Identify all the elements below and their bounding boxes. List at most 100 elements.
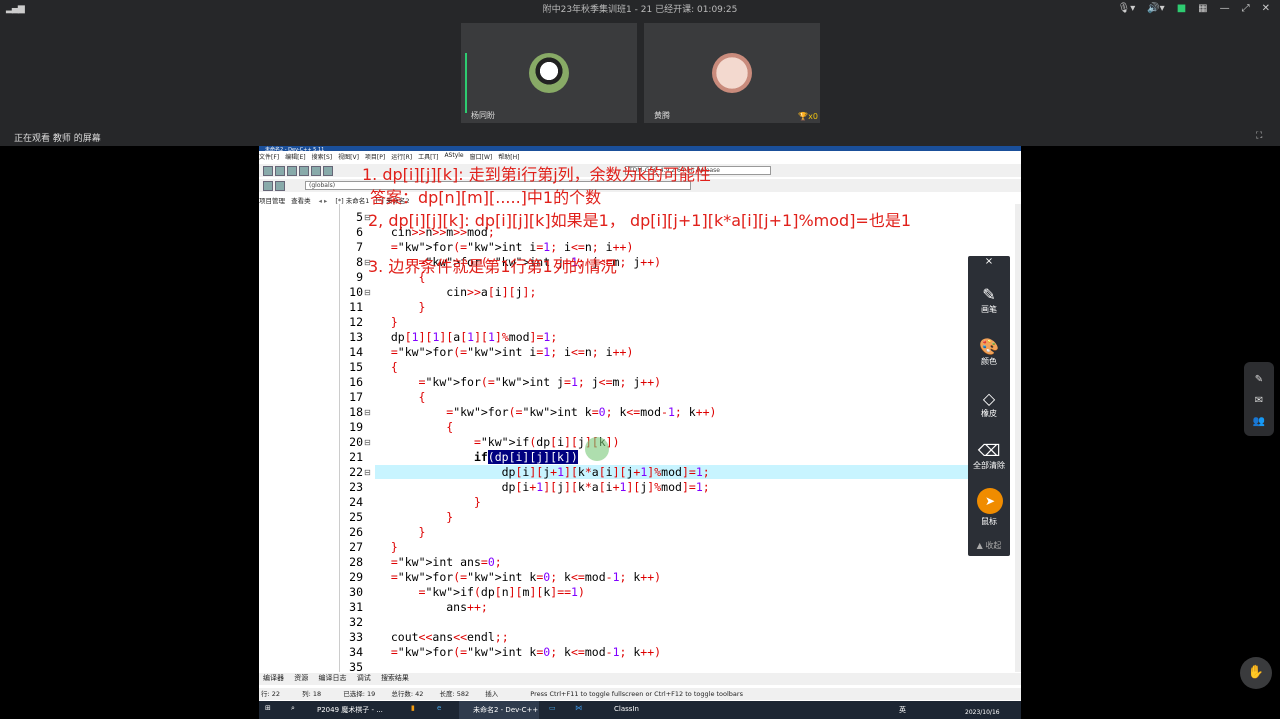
code-line[interactable]: dp[1][1][a[1][1]%mod]=1; (377, 330, 557, 344)
open-file-icon[interactable] (275, 166, 285, 176)
menu-edit[interactable]: 编辑[E] (285, 152, 305, 163)
line-number: 10 (349, 285, 363, 299)
fold-marker[interactable]: ⊟ (364, 288, 371, 297)
code-line[interactable]: } (377, 300, 426, 314)
tab-debug[interactable]: 调试 (357, 674, 371, 682)
windows-start-icon[interactable]: ⊞ (265, 704, 271, 712)
tool-label: 鼠标 (981, 517, 997, 526)
line-number: 28 (349, 555, 363, 569)
status-hint: Press Ctrl+F11 to toggle fullscreen or C… (530, 690, 743, 698)
code-line[interactable]: } (377, 510, 453, 524)
code-line[interactable]: ="kw">for(="kw">int k=0; k<=mod-1; k++) (377, 570, 661, 584)
line-number: 29 (349, 570, 363, 584)
insert-icon[interactable] (275, 181, 285, 191)
code-line[interactable]: } (377, 495, 481, 509)
vertical-scrollbar[interactable] (1015, 204, 1021, 672)
tab-compile-log[interactable]: 编译日志 (318, 674, 346, 682)
tool-color[interactable]: 🎨 颜色 (968, 338, 1010, 367)
tool-brush[interactable]: ✎ 画笔 (968, 286, 1010, 315)
code-line[interactable]: } (377, 315, 398, 329)
clock-date[interactable]: 2023/10/16 (965, 709, 1000, 716)
menu-view[interactable]: 视图[V] (338, 152, 359, 163)
tool-eraser[interactable]: ◇ 橡皮 (968, 390, 1010, 419)
tool-label: 全部清除 (973, 461, 1005, 470)
code-line[interactable]: cin>>a[i][j]; (377, 285, 536, 299)
status-total-lines: 总行数: 42 (391, 690, 424, 698)
line-number: 33 (349, 630, 363, 644)
folder-icon[interactable]: ▭ (549, 704, 556, 712)
line-number: 11 (349, 300, 363, 314)
line-number: 14 (349, 345, 363, 359)
new-file-icon[interactable] (263, 166, 273, 176)
code-line[interactable]: ="kw">for(="kw">int i=1; i<=n; i++) (377, 345, 634, 359)
app-icon[interactable]: ▮ (411, 704, 415, 712)
video-tile[interactable]: 杨同盼 (461, 23, 637, 123)
code-line[interactable]: ="kw">if(dp[i][j][k]) (377, 435, 620, 449)
speaker-icon[interactable]: 🔊▾ (1147, 3, 1164, 14)
save-all-icon[interactable] (299, 166, 309, 176)
class-icon[interactable] (263, 181, 273, 191)
line-number: 9 (356, 270, 363, 284)
search-icon[interactable]: ⌕ (291, 704, 295, 713)
participant-name: 黄腾 (654, 111, 670, 120)
menu-file[interactable]: 文件[F] (259, 152, 279, 163)
code-line[interactable]: ans++; (377, 600, 488, 614)
hand-raise-icon[interactable]: ✋ (1240, 657, 1272, 689)
file-tab[interactable]: [*] 未命名1 (335, 197, 369, 205)
video-tile[interactable]: 黄腾 🏆x0 (644, 23, 820, 123)
taskbar-item[interactable]: ClassIn (614, 705, 639, 713)
code-line[interactable]: ="kw">for(="kw">int k=0; k<=mod-1; k++) (377, 405, 716, 419)
menu-search[interactable]: 搜索[S] (312, 152, 333, 163)
line-number: 5 (356, 210, 363, 224)
code-line[interactable]: } (377, 540, 398, 554)
close-icon[interactable]: × (968, 256, 1010, 267)
fold-marker[interactable]: ⊟ (364, 408, 371, 417)
tray-lang[interactable]: 英 (899, 705, 906, 715)
minimize-icon[interactable]: — (1220, 3, 1230, 14)
fullscreen-icon[interactable]: ⛶ (1256, 131, 1262, 141)
code-line[interactable]: dp[i+1][j][k*a[i+1][j]%mod]=1; (377, 480, 710, 494)
edge-icon[interactable]: e (437, 704, 441, 712)
mic-icon[interactable]: 🎙▾ (1118, 3, 1136, 14)
pointer-highlight (585, 437, 609, 461)
code-line[interactable]: } (377, 525, 426, 539)
code-line[interactable]: if(dp[i][j][k]) (377, 450, 578, 464)
code-line[interactable]: dp[i][j+1][k*a[i][j+1]%mod]=1; (377, 465, 710, 479)
code-line[interactable]: ="kw">if(dp[n][m][k]==1) (377, 585, 585, 599)
mouse-pointer-icon[interactable]: ➤ (977, 488, 1003, 514)
taskbar-item[interactable]: 未命名2 - Dev-C++ (473, 705, 538, 715)
code-line[interactable]: { (377, 420, 453, 434)
code-line[interactable]: { (377, 390, 426, 404)
line-number: 17 (349, 390, 363, 404)
camera-icon[interactable]: ■ (1177, 3, 1186, 14)
restore-icon[interactable]: ⤢ (1242, 3, 1250, 14)
tool-clear-all[interactable]: ⌫ 全部清除 (968, 442, 1010, 471)
avatar (529, 53, 569, 93)
tab-compiler[interactable]: 编译器 (263, 674, 284, 682)
collapse-button[interactable]: ▲ 收起 (968, 540, 1010, 551)
code-line[interactable]: ="kw">for(="kw">int k=0; k<=mod-1; k++) (377, 645, 661, 659)
tab-search-results[interactable]: 搜索结果 (381, 674, 409, 682)
fold-marker[interactable]: ⊟ (364, 468, 371, 477)
line-number: 16 (349, 375, 363, 389)
code-line[interactable]: cout<<ans<<endl;; (377, 630, 509, 644)
code-line[interactable]: ="kw">int ans=0; (377, 555, 502, 569)
chat-icon[interactable]: ✉ (1252, 395, 1266, 407)
line-number: 27 (349, 540, 363, 554)
print-icon[interactable] (323, 166, 333, 176)
edit-icon[interactable]: ✎ (1252, 374, 1266, 386)
code-line[interactable]: ="kw">for(="kw">int j=1; j<=m; j++) (377, 375, 662, 389)
line-number: 8 (356, 255, 363, 269)
tab-resources[interactable]: 资源 (294, 674, 308, 682)
vscode-icon[interactable]: ⋈ (575, 704, 582, 712)
save-icon[interactable] (287, 166, 297, 176)
close-icon[interactable]: ✕ (1262, 3, 1270, 14)
layout-grid-icon[interactable]: ▦ (1198, 3, 1207, 14)
taskbar-item[interactable]: P2049 魔术棋子 - ... (317, 705, 383, 715)
windows-taskbar: ⊞ ⌕ P2049 魔术棋子 - ... ▮ e 未命名2 - Dev-C++ … (259, 701, 1021, 719)
fold-marker[interactable]: ⊟ (364, 438, 371, 447)
code-line[interactable]: ="kw">for(="kw">int i=1; i<=n; i++) (377, 240, 634, 254)
close-file-icon[interactable] (311, 166, 321, 176)
members-icon[interactable]: 👥 (1252, 416, 1266, 428)
code-line[interactable]: { (377, 360, 398, 374)
